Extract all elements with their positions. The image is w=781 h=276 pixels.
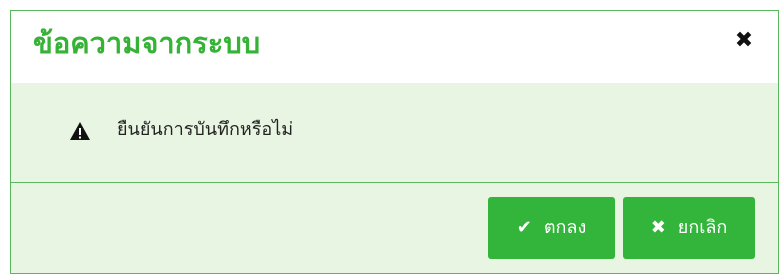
confirm-dialog: ข้อความจากระบบ ✖ ยืนยันการบันทึกหรือไม่ … bbox=[10, 10, 779, 274]
dialog-footer: ✔ ตกลง ✖ ยกเลิก bbox=[11, 182, 778, 273]
cancel-button-label: ยกเลิก bbox=[677, 217, 728, 238]
warning-triangle-icon bbox=[70, 122, 90, 140]
dialog-header: ข้อความจากระบบ ✖ bbox=[11, 11, 778, 83]
ok-button[interactable]: ✔ ตกลง bbox=[488, 197, 615, 259]
ok-button-label: ตกลง bbox=[543, 217, 587, 238]
close-icon: ✖ bbox=[650, 217, 666, 238]
cancel-button[interactable]: ✖ ยกเลิก bbox=[623, 197, 755, 259]
check-icon: ✔ bbox=[516, 217, 532, 238]
dialog-body: ยืนยันการบันทึกหรือไม่ bbox=[11, 83, 778, 181]
dialog-title: ข้อความจากระบบ bbox=[33, 26, 261, 60]
close-button[interactable]: ✖ bbox=[732, 27, 756, 55]
close-icon: ✖ bbox=[734, 28, 754, 53]
dialog-message: ยืนยันการบันทึกหรือไม่ bbox=[117, 119, 294, 140]
